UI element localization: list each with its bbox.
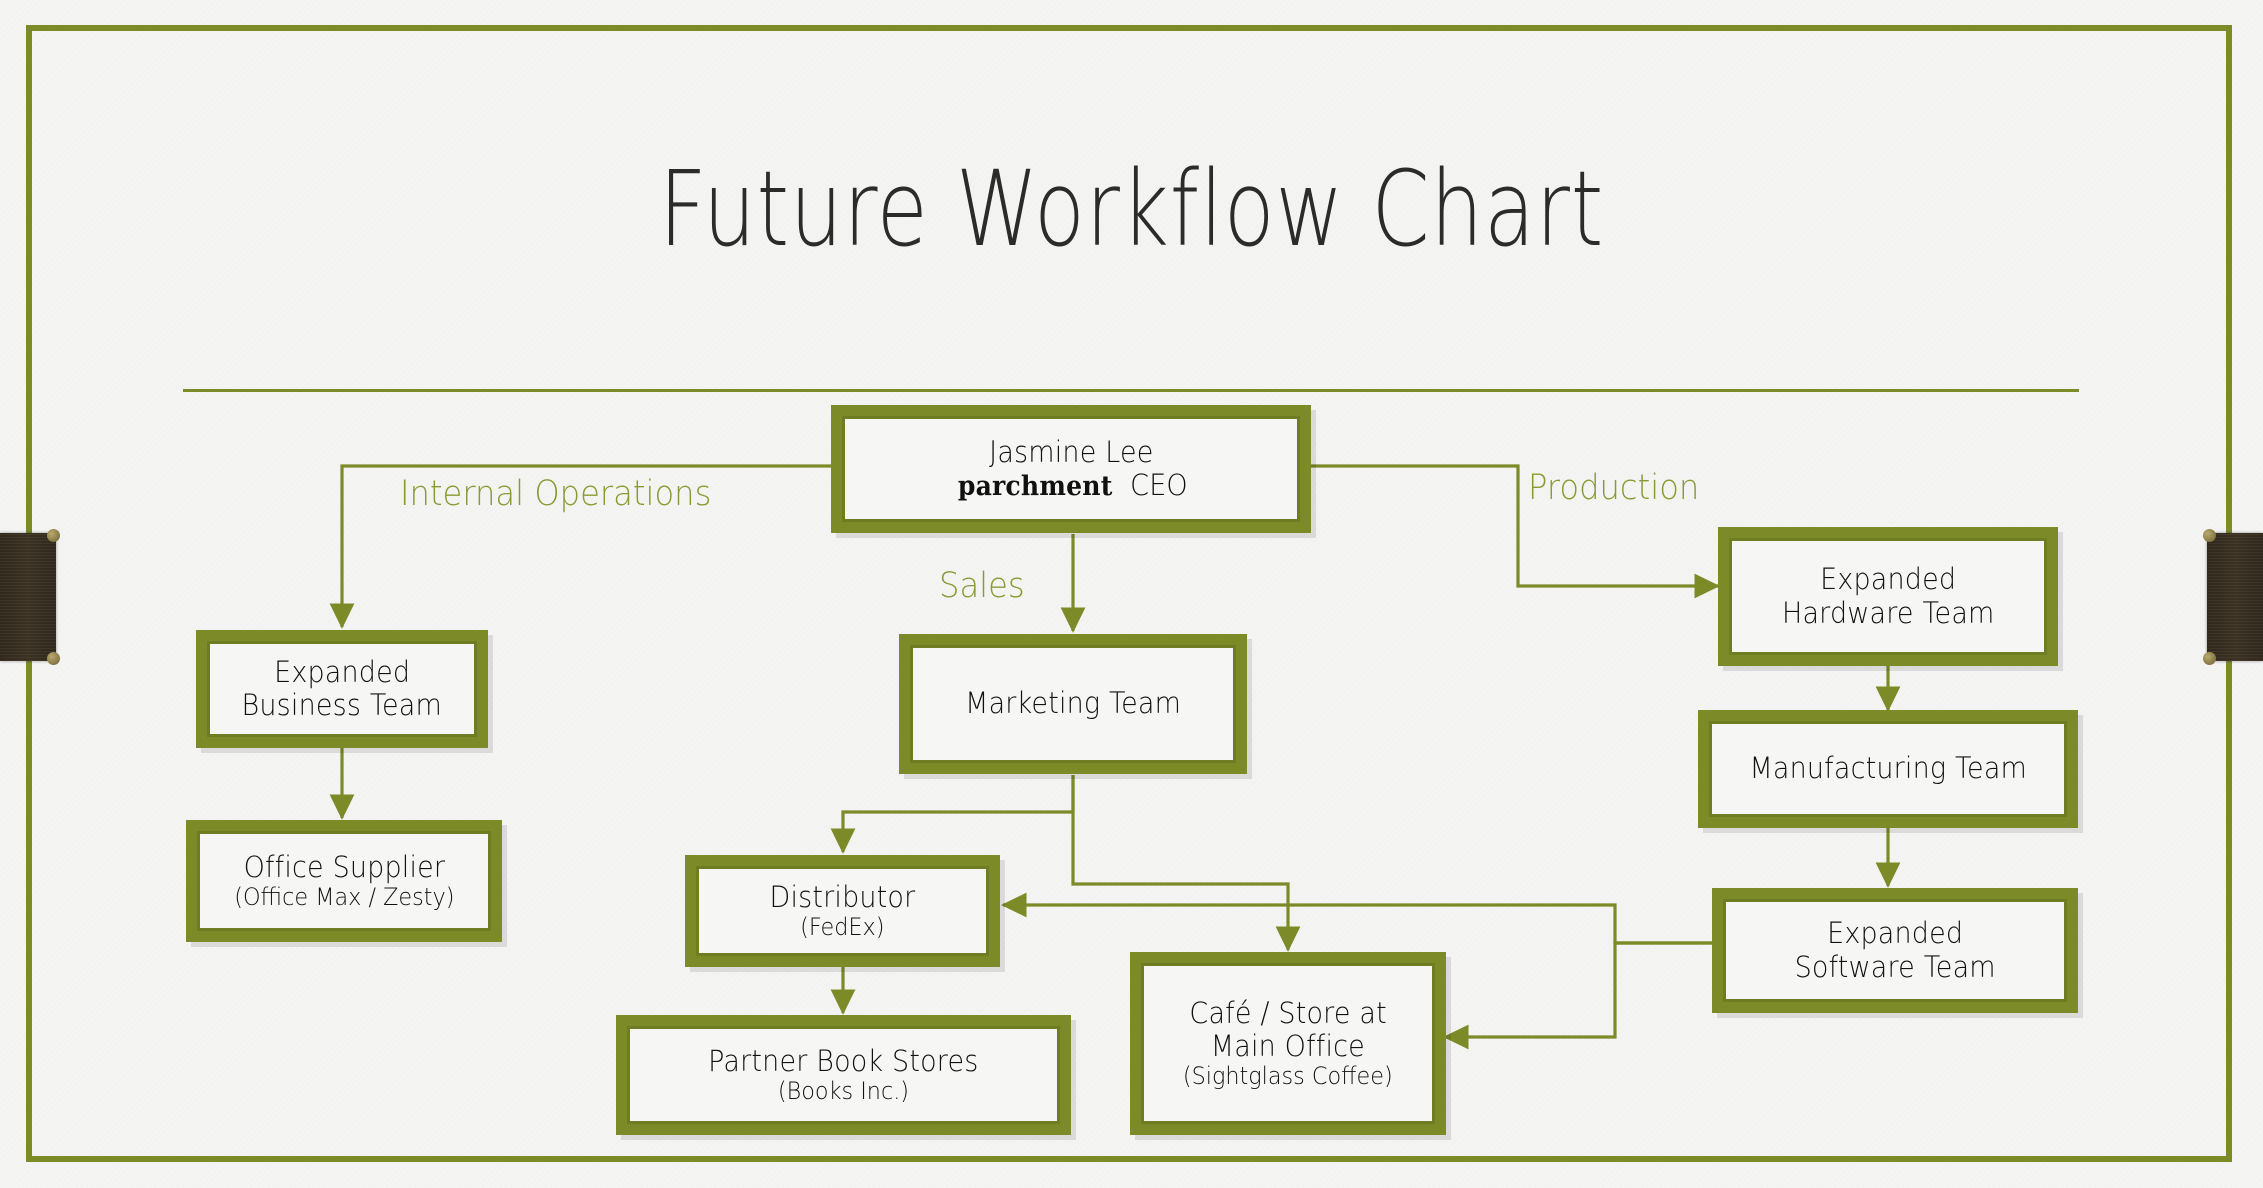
node-ceo-brand: parchment (958, 470, 1113, 502)
branch-label-sales: Sales (939, 566, 1025, 606)
node-partner-book-stores-inner: Partner Book Stores (Books Inc.) (627, 1026, 1060, 1124)
node-hardware-team-line2: Hardware Team (1781, 595, 1995, 630)
node-distributor-inner: Distributor (FedEx) (696, 866, 989, 956)
node-software-team-line1: Expanded (1826, 916, 1964, 951)
title-divider (183, 389, 2079, 392)
node-manufacturing-team-inner: Manufacturing Team (1709, 721, 2067, 817)
node-expanded-business-team-inner: Expanded Business Team (207, 641, 477, 737)
tab-knob-icon (47, 652, 60, 665)
node-marketing-team-line1: Marketing Team (965, 686, 1181, 721)
node-ceo-inner: Jasmine Lee parchment CEO (842, 416, 1300, 522)
slide-canvas: Future Workflow Chart Internal Operation… (0, 0, 2263, 1188)
edge-marketing-team-to-distributor (830, 775, 1075, 854)
node-hardware-team-line1: Expanded (1819, 562, 1957, 597)
node-ceo-role-row: parchment CEO (952, 467, 1189, 503)
node-business-team-line2: Business Team (241, 688, 443, 722)
page-title: Future Workflow Chart (658, 148, 1605, 270)
node-software-team-line2: Software Team (1794, 949, 1996, 984)
node-expanded-hardware-team-inner: Expanded Hardware Team (1729, 538, 2047, 655)
node-office-supplier[interactable]: Office Supplier (Office Max / Zesty) (186, 820, 502, 942)
node-marketing-team[interactable]: Marketing Team (899, 634, 1247, 774)
branch-label-internal-operations: Internal Operations (400, 474, 712, 514)
node-manufacturing-team[interactable]: Manufacturing Team (1698, 710, 2078, 828)
node-office-supplier-line1: Office Supplier (243, 849, 445, 884)
node-manufacturing-team-line1: Manufacturing Team (1749, 751, 2027, 786)
node-cafe-store[interactable]: Café / Store at Main Office (Sightglass … (1130, 952, 1446, 1135)
node-office-supplier-inner: Office Supplier (Office Max / Zesty) (197, 831, 491, 931)
node-partner-book-stores[interactable]: Partner Book Stores (Books Inc.) (616, 1015, 1071, 1135)
node-expanded-software-team-inner: Expanded Software Team (1723, 899, 2067, 1002)
right-edge-tab-decoration (2203, 529, 2263, 665)
node-cafe-store-line2: Main Office (1210, 1028, 1366, 1063)
node-expanded-hardware-team[interactable]: Expanded Hardware Team (1718, 527, 2058, 666)
node-distributor-line1: Distributor (769, 879, 916, 914)
edge-software-team-to-distributor (1001, 892, 1712, 945)
node-cafe-store-line1: Café / Store at (1189, 995, 1387, 1030)
node-office-supplier-line2: (Office Max / Zesty) (233, 882, 455, 911)
branch-label-production: Production (1528, 468, 1700, 508)
node-expanded-software-team[interactable]: Expanded Software Team (1712, 888, 2078, 1013)
node-marketing-team-inner: Marketing Team (910, 645, 1236, 763)
node-cafe-store-inner: Café / Store at Main Office (Sightglass … (1141, 963, 1435, 1124)
node-partner-stores-line2: (Books Inc.) (777, 1076, 910, 1105)
node-distributor[interactable]: Distributor (FedEx) (685, 855, 1000, 967)
tab-knob-icon (2203, 529, 2216, 542)
node-cafe-store-line3: (Sightglass Coffee) (1183, 1061, 1393, 1090)
edge-software-team-to-cafe (1443, 941, 1712, 1050)
edge-marketing-team-to-cafe (1071, 775, 1301, 952)
node-ceo[interactable]: Jasmine Lee parchment CEO (831, 405, 1311, 533)
tab-knob-icon (47, 529, 60, 542)
node-distributor-line2: (FedEx) (800, 912, 885, 941)
node-ceo-title: CEO (1129, 467, 1188, 502)
node-ceo-name: Jasmine Lee (988, 434, 1154, 469)
node-business-team-line1: Expanded (273, 654, 411, 689)
tab-knob-icon (2203, 652, 2216, 665)
left-edge-tab-decoration (0, 529, 60, 665)
node-partner-stores-line1: Partner Book Stores (708, 1043, 979, 1078)
node-expanded-business-team[interactable]: Expanded Business Team (196, 630, 488, 748)
